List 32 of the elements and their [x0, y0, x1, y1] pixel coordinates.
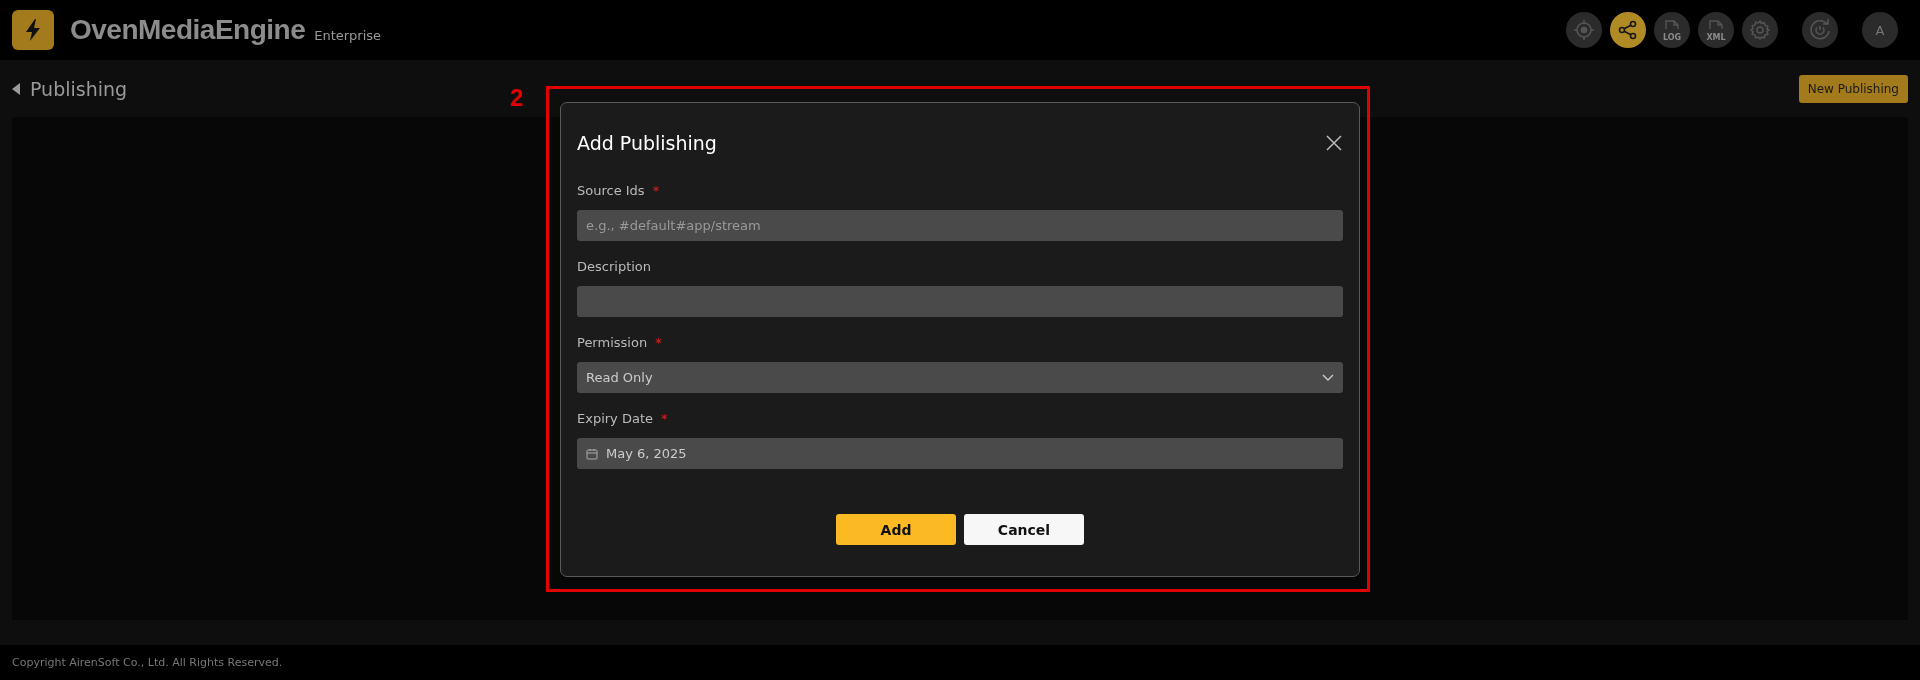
annotation-number: 2 [510, 84, 524, 112]
required-mark: * [652, 182, 660, 198]
text-input[interactable] [577, 286, 1343, 317]
brand-name: OvenMediaEngine [70, 14, 306, 46]
text-input[interactable]: e.g., #default#app/stream [577, 210, 1343, 241]
close-icon[interactable] [1325, 134, 1343, 152]
add-button[interactable]: Add [836, 514, 956, 545]
back-link[interactable]: Publishing [12, 77, 128, 100]
file-icon[interactable]: LOG [1654, 12, 1690, 48]
field-label: Source Ids [577, 182, 645, 198]
field-label: Permission [577, 334, 648, 350]
target-icon[interactable] [1566, 12, 1602, 48]
cancel-button[interactable]: Cancel [964, 514, 1084, 545]
date-field[interactable]: May 6, 2025 [577, 438, 1343, 469]
select-field[interactable]: Read Only [577, 362, 1343, 393]
field-label: Description [577, 258, 652, 274]
settings-icon[interactable] [1742, 12, 1778, 48]
new-publishing-button[interactable]: New Publishing [1798, 74, 1908, 103]
required-mark: * [655, 334, 662, 350]
field-label: Expiry Date [577, 410, 653, 426]
dialog-title: Add Publishing [577, 132, 717, 154]
restart-icon[interactable] [1802, 12, 1838, 48]
file-icon[interactable]: XML [1698, 12, 1734, 48]
required-mark: * [661, 410, 668, 426]
back-caret-icon [12, 82, 20, 95]
chevron-down-icon [1322, 373, 1334, 382]
lightning-logo-icon [12, 10, 54, 50]
avatar-button[interactable]: A [1862, 12, 1898, 48]
share-icon[interactable] [1610, 12, 1646, 48]
edition-label: Enterprise [314, 27, 382, 43]
copyright-text: Copyright AirenSoft Co., Ltd. All Rights Reserved. [11, 655, 284, 671]
calendar-icon [586, 447, 598, 460]
